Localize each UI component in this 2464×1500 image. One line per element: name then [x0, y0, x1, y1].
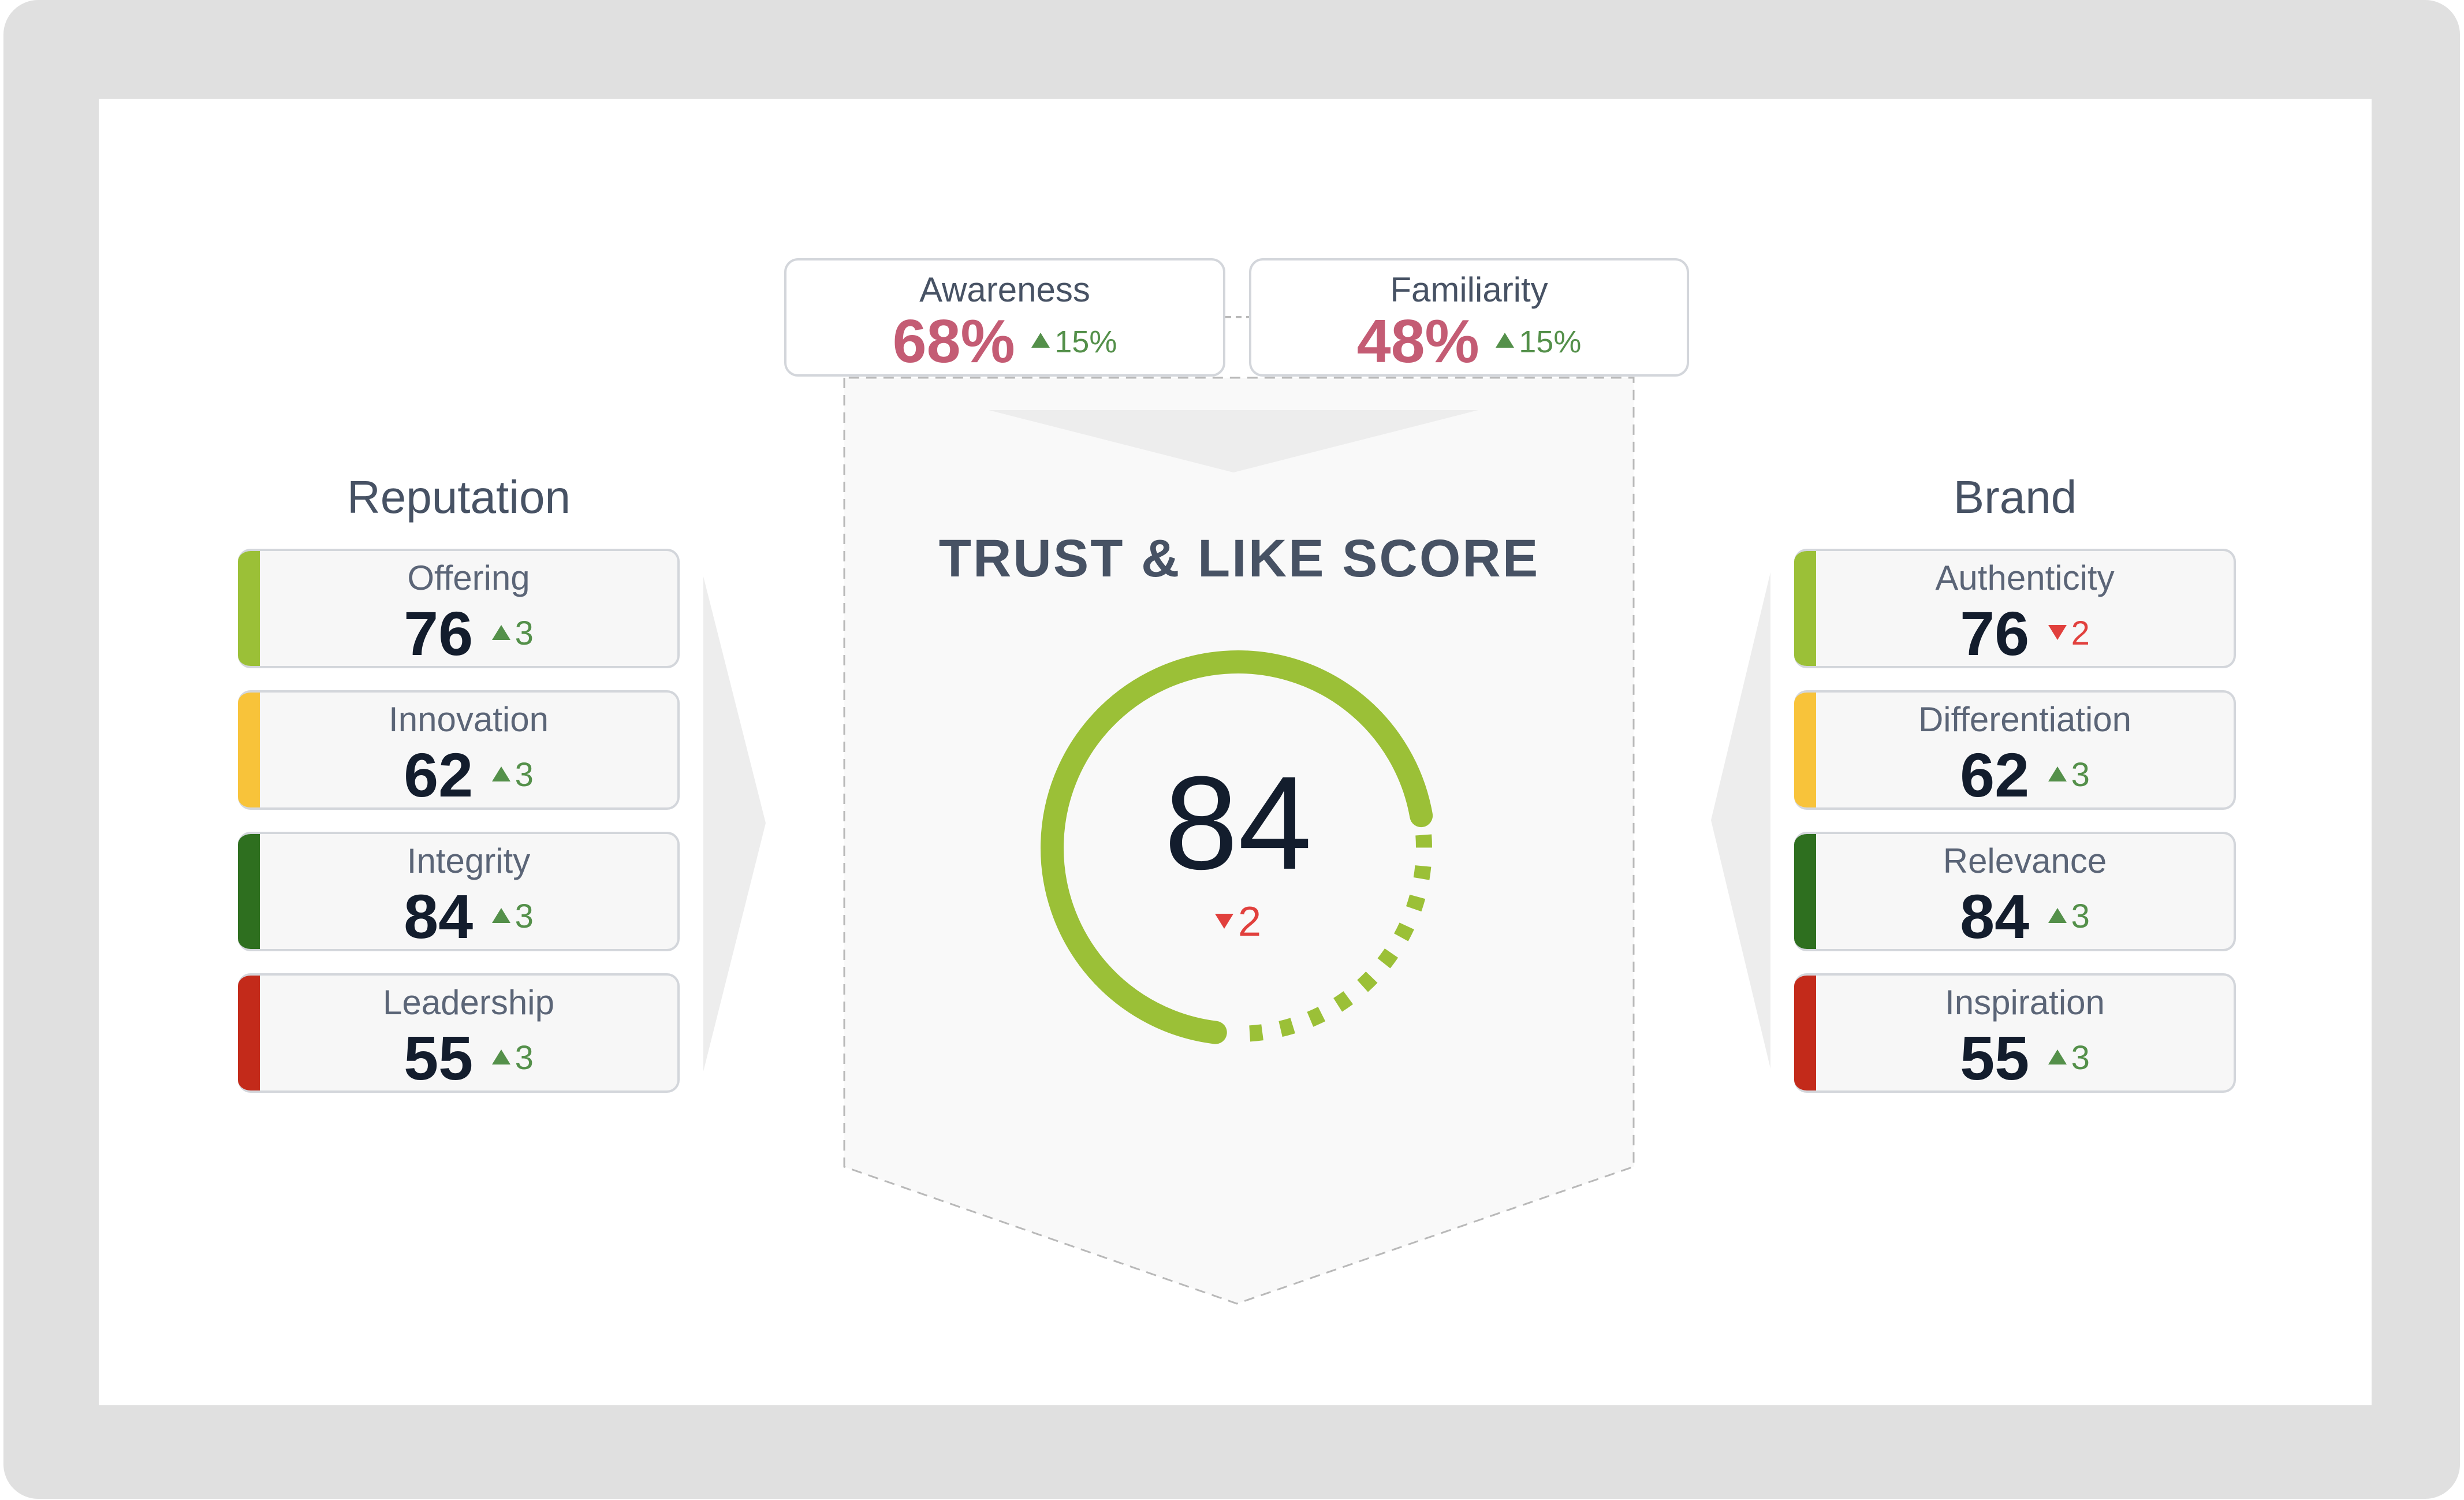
- driver-delta: 3: [491, 614, 534, 653]
- driver-card-differentiation: Differentiation 62 3: [1794, 690, 2236, 810]
- driver-score: 84: [1960, 881, 2030, 951]
- driver-score: 76: [1960, 598, 2030, 668]
- driver-card-integrity: Integrity 84 3: [238, 832, 680, 951]
- delta-value: 2: [1237, 899, 1262, 945]
- metric-value: 68%: [892, 307, 1015, 375]
- driver-label: Innovation: [389, 700, 549, 739]
- up-triangle-icon: [491, 1049, 510, 1064]
- driver-card-relevance: Relevance 84 3: [1794, 832, 2236, 951]
- up-triangle-icon: [2048, 766, 2067, 781]
- driver-delta: 3: [2048, 755, 2090, 794]
- driver-label: Offering: [407, 559, 530, 597]
- status-stripe: [1794, 834, 1816, 949]
- driver-score: 84: [404, 881, 474, 951]
- down-triangle-icon: [1214, 913, 1233, 929]
- score-delta-indicator: 2: [1214, 898, 1262, 946]
- status-stripe: [1794, 551, 1816, 666]
- driver-delta: 3: [491, 897, 534, 936]
- delta-value: 3: [515, 898, 534, 935]
- delta-value: 15%: [1054, 324, 1117, 359]
- metric-label: Awareness: [919, 270, 1090, 309]
- up-triangle-icon: [2048, 1049, 2067, 1064]
- driver-card-authenticity: Authenticity 76 2: [1794, 549, 2236, 668]
- delta-value: 3: [515, 756, 534, 794]
- metric-delta: 15%: [1031, 324, 1117, 360]
- delta-value: 3: [2071, 756, 2090, 794]
- driver-card-innovation: Innovation 62 3: [238, 690, 680, 810]
- up-triangle-icon: [491, 624, 510, 640]
- driver-delta: 3: [2048, 897, 2090, 936]
- delta-value: 15%: [1519, 324, 1582, 359]
- driver-label: Integrity: [407, 842, 531, 880]
- driver-label: Inspiration: [1945, 983, 2105, 1022]
- metric-value: 48%: [1356, 307, 1479, 375]
- driver-delta: 3: [491, 755, 534, 794]
- metric-label: Familiarity: [1390, 270, 1548, 309]
- driver-score: 55: [404, 1023, 474, 1093]
- driver-label: Leadership: [383, 983, 554, 1022]
- driver-label: Differentiation: [1918, 700, 2132, 739]
- driver-label: Relevance: [1943, 842, 2107, 880]
- status-stripe: [238, 551, 260, 666]
- score-delta: 2: [1123, 898, 1354, 946]
- driver-label: Authenticity: [1935, 559, 2115, 597]
- metric-delta: 15%: [1496, 324, 1581, 360]
- up-triangle-icon: [1496, 333, 1515, 348]
- delta-value: 3: [515, 615, 534, 652]
- status-stripe: [238, 976, 260, 1090]
- driver-score: 76: [404, 598, 474, 668]
- delta-value: 3: [2071, 1039, 2090, 1077]
- up-triangle-icon: [2048, 907, 2067, 923]
- driver-score: 62: [1960, 740, 2030, 810]
- up-triangle-icon: [491, 766, 510, 781]
- driver-card-inspiration: Inspiration 55 3: [1794, 973, 2236, 1093]
- score-value: 84: [1164, 749, 1312, 897]
- driver-delta: 2: [2048, 614, 2090, 653]
- driver-card-leadership: Leadership 55 3: [238, 973, 680, 1093]
- status-stripe: [1794, 693, 1816, 807]
- reputation-title: Reputation: [347, 471, 571, 523]
- delta-value: 3: [2071, 898, 2090, 935]
- delta-value: 3: [515, 1039, 534, 1077]
- driver-score: 62: [404, 740, 474, 810]
- driver-card-offering: Offering 76 3: [238, 549, 680, 668]
- driver-score: 55: [1960, 1023, 2030, 1093]
- score-title: TRUST & LIKE SCORE: [938, 529, 1540, 588]
- up-triangle-icon: [491, 907, 510, 923]
- driver-delta: 3: [2048, 1039, 2090, 1077]
- driver-delta: 3: [491, 1039, 534, 1077]
- status-stripe: [238, 834, 260, 949]
- up-triangle-icon: [1031, 333, 1050, 348]
- brand-title: Brand: [1953, 471, 2077, 523]
- metric-awareness: Awareness 68% 15%: [784, 258, 1225, 377]
- right-arrow-shape: [703, 576, 766, 1071]
- status-stripe: [238, 693, 260, 807]
- left-arrow-shape: [1711, 572, 1770, 1069]
- down-triangle-icon: [2048, 624, 2067, 640]
- metric-familiarity: Familiarity 48% 15%: [1249, 258, 1689, 377]
- delta-value: 2: [2071, 615, 2090, 652]
- status-stripe: [1794, 976, 1816, 1090]
